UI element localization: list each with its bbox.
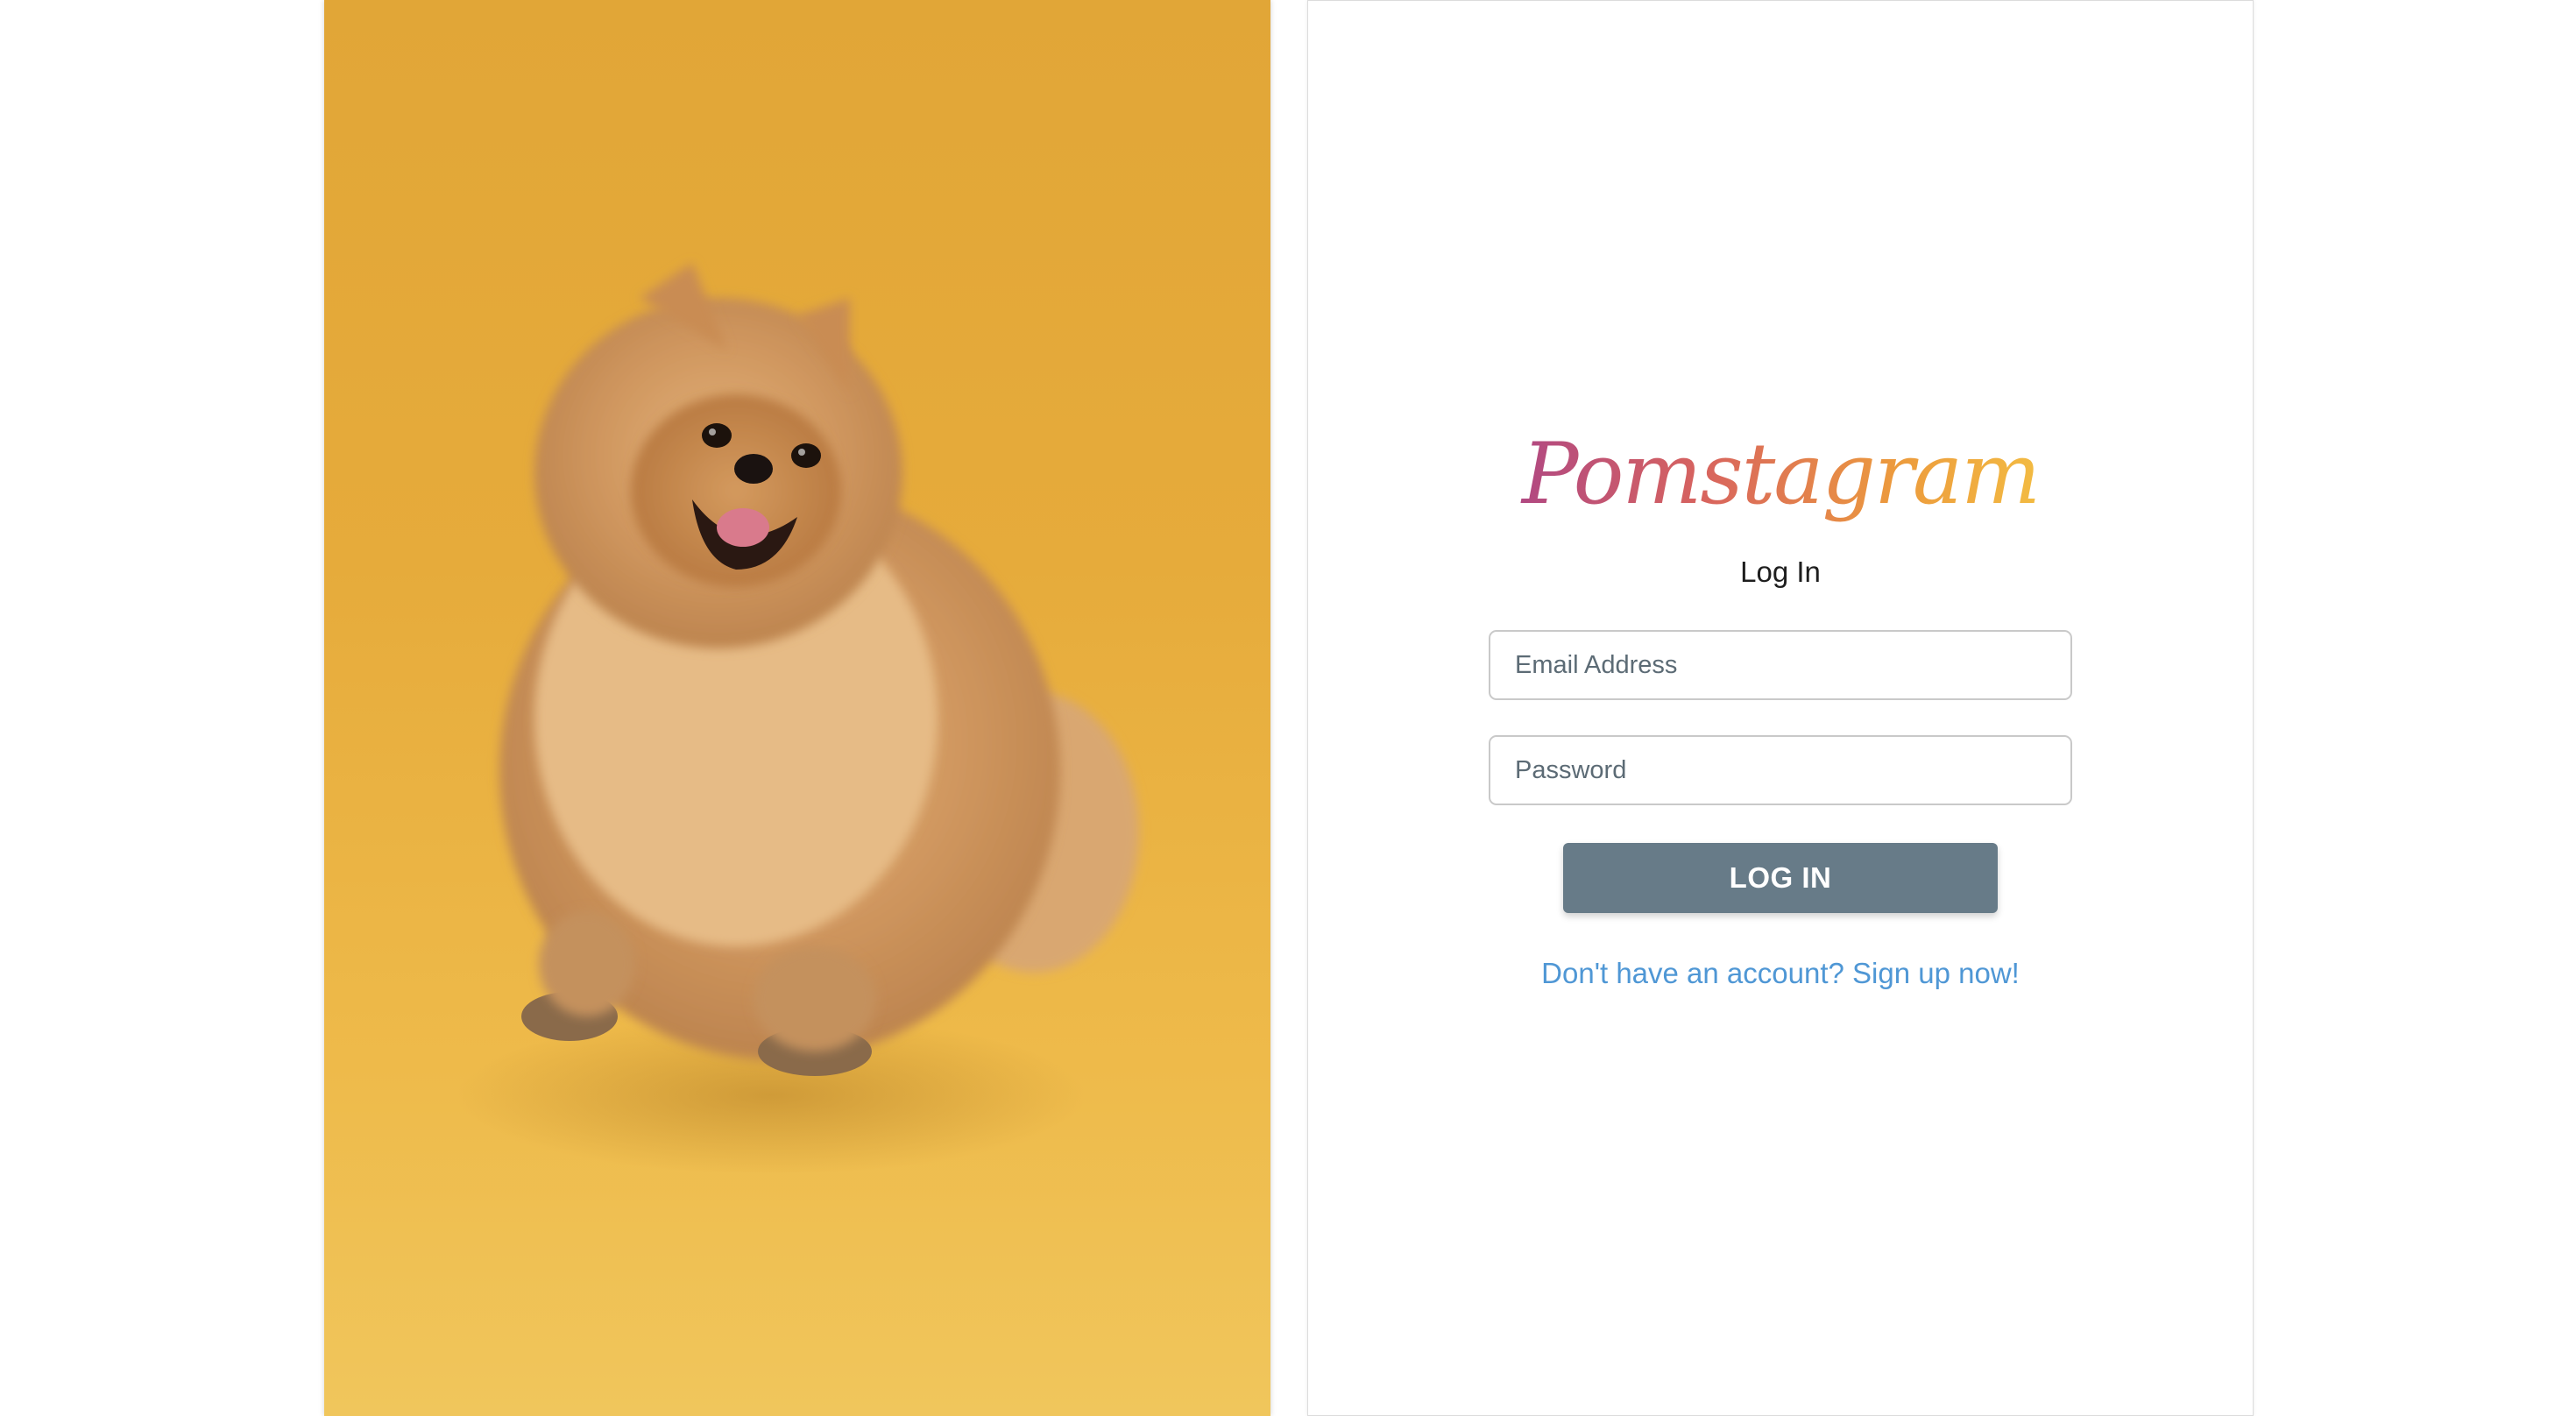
password-field[interactable] xyxy=(1489,735,2072,805)
pomstagram-logo: Pomstagram xyxy=(1308,413,2253,535)
pomeranian-dog-image xyxy=(456,263,1139,1174)
login-button[interactable]: LOG IN xyxy=(1563,843,1998,913)
signup-link[interactable]: Don't have an account? Sign up now! xyxy=(1308,954,2253,993)
login-heading: Log In xyxy=(1740,556,1821,588)
email-field[interactable] xyxy=(1489,630,2072,700)
hero-photo-panel xyxy=(324,0,1270,1416)
login-page: Pomstagram Log In LOG IN Don't have an a… xyxy=(0,0,2576,1416)
login-card: Pomstagram Log In LOG IN Don't have an a… xyxy=(1307,0,2254,1416)
